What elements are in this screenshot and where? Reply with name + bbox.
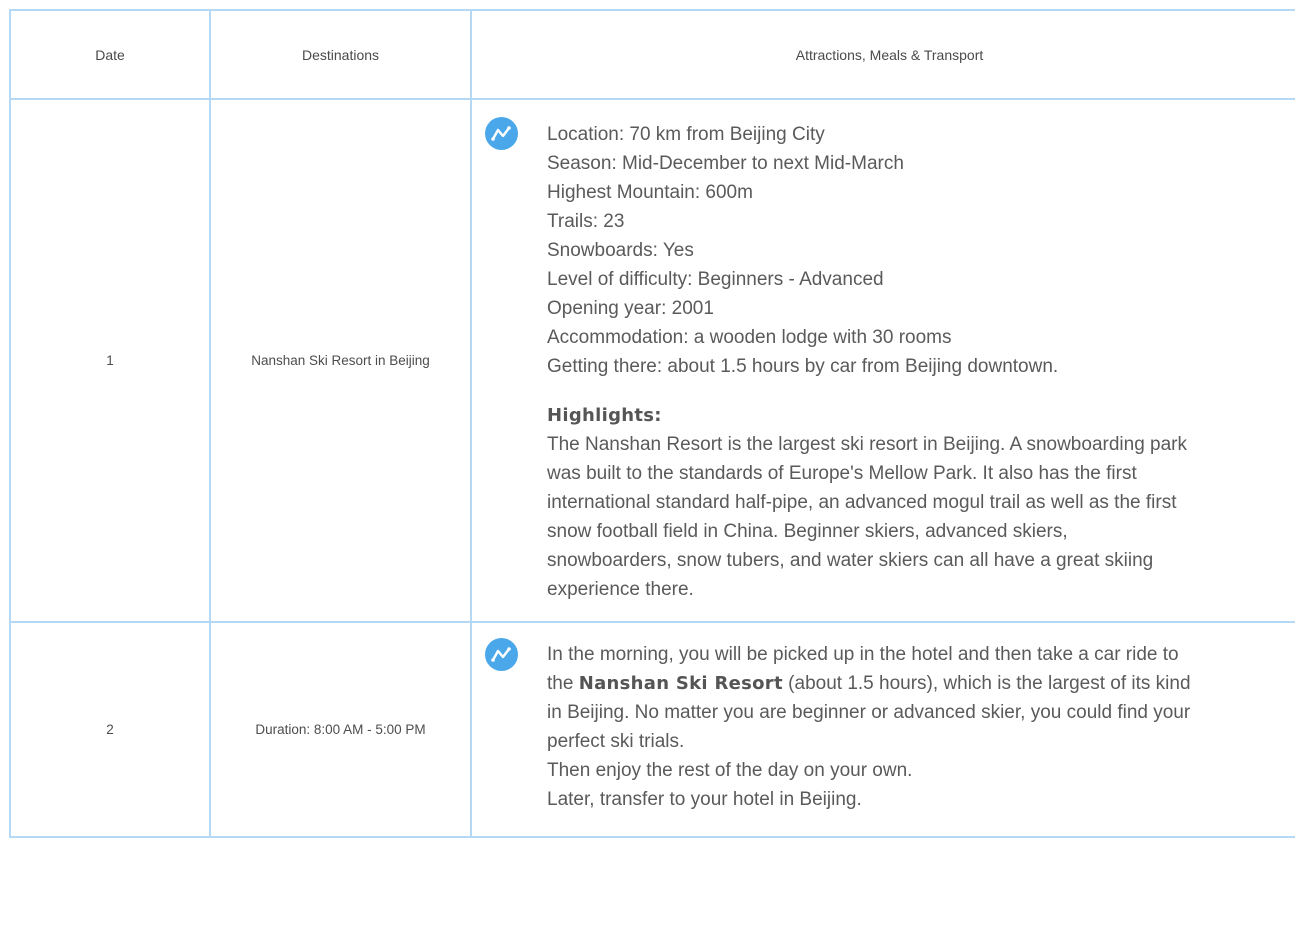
fact-opening-year: Opening year: 2001 [547, 298, 714, 319]
details-content: In the morning, you will be picked up in… [472, 623, 1295, 836]
table-row: 2 Duration: 8:00 AM - 5:00 PM In the mor… [9, 621, 1295, 838]
fact-accommodation: Accommodation: a wooden lodge with 30 ro… [547, 327, 952, 348]
table-row: 1 Nanshan Ski Resort in Beijing Location… [9, 98, 1295, 623]
highlights-text: The Nanshan Resort is the largest ski re… [547, 434, 1187, 600]
details-cell: In the morning, you will be picked up in… [470, 621, 1295, 838]
table-header-row: Date Destinations Attractions, Meals & T… [9, 9, 1295, 100]
fact-highest-mountain: Highest Mountain: 600m [547, 182, 753, 203]
header-details: Attractions, Meals & Transport [470, 9, 1295, 100]
transfer-text: Later, transfer to your hotel in Beijing… [547, 789, 862, 810]
facts-list: Location: 70 km from Beijing City Season… [547, 120, 1295, 381]
fact-difficulty: Level of difficulty: Beginners - Advance… [547, 269, 884, 290]
destination-cell: Nanshan Ski Resort in Beijing [209, 98, 472, 623]
trend-line-icon [485, 117, 518, 150]
resort-name: Nanshan Ski Resort [578, 673, 783, 694]
details-cell: Location: 70 km from Beijing City Season… [470, 98, 1295, 623]
header-destinations: Destinations [209, 9, 472, 100]
trend-line-icon [485, 638, 518, 671]
date-cell: 2 [9, 621, 211, 838]
fact-trails: Trails: 23 [547, 211, 625, 232]
fact-snowboards: Snowboards: Yes [547, 240, 694, 261]
duration-cell: Duration: 8:00 AM - 5:00 PM [209, 621, 472, 838]
header-date: Date [9, 9, 211, 100]
fact-getting-there: Getting there: about 1.5 hours by car fr… [547, 356, 1059, 377]
itinerary-table: Date Destinations Attractions, Meals & T… [9, 9, 1295, 838]
highlights-heading: Highlights: [547, 405, 662, 426]
intro-paragraph: In the morning, you will be picked up in… [547, 640, 1197, 756]
rest-of-day-text: Then enjoy the rest of the day on your o… [547, 760, 913, 781]
details-content: Location: 70 km from Beijing City Season… [472, 100, 1295, 621]
fact-location: Location: 70 km from Beijing City [547, 124, 825, 145]
day-description: In the morning, you will be picked up in… [547, 640, 1197, 814]
fact-season: Season: Mid-December to next Mid-March [547, 153, 904, 174]
date-cell: 1 [9, 98, 211, 623]
